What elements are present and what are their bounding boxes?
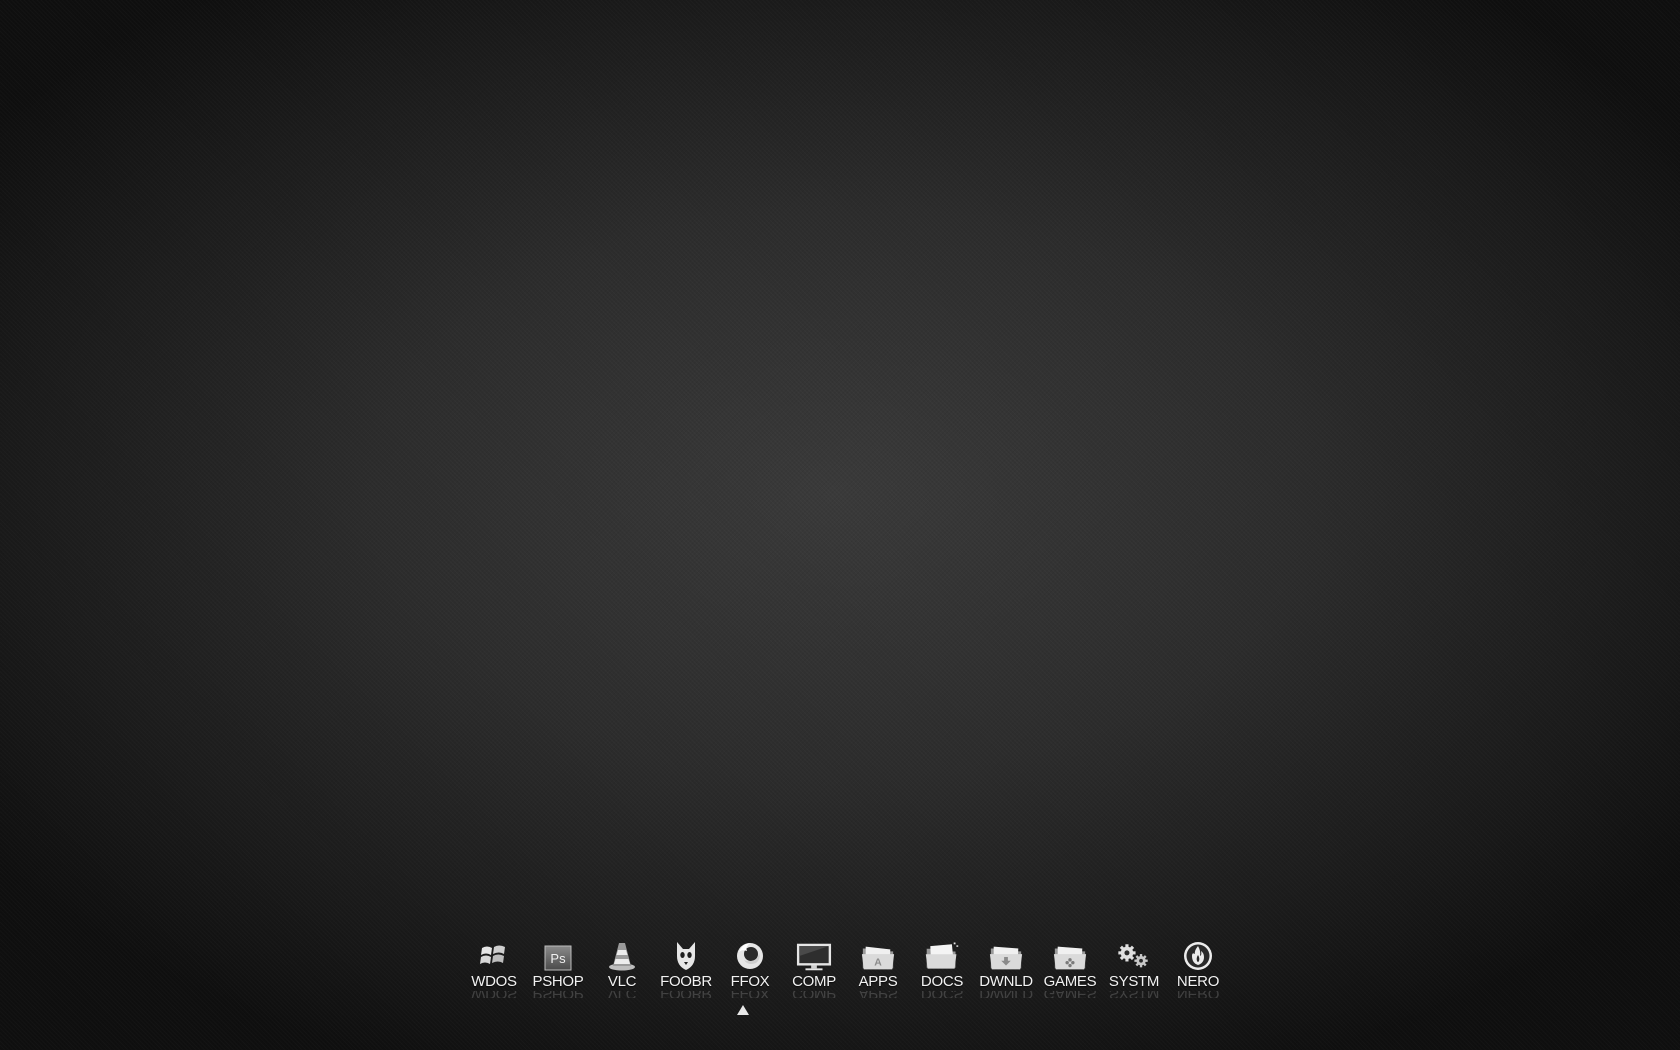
dock-item-wdos[interactable]: WDOS WDOS: [462, 940, 526, 998]
active-app-indicator: [737, 1005, 749, 1015]
dock-item-systm[interactable]: SYSTM SYSTM: [1102, 940, 1166, 998]
dock-item-apps[interactable]: A APPS APPS: [846, 940, 910, 998]
dock-label-reflection: FOOBR: [660, 991, 712, 998]
photoshop-icon: Ps: [540, 940, 576, 972]
windows-icon: [476, 940, 512, 972]
games-folder-icon: [1052, 940, 1088, 972]
dock-item-vlc[interactable]: VLC VLC: [590, 940, 654, 998]
dock-label: FOOBR: [660, 973, 712, 990]
dock: WDOS WDOS Ps PSHOP PSHOP: [462, 940, 1230, 998]
dock-item-foobr[interactable]: FOOBR FOOBR: [654, 940, 718, 998]
vlc-cone-icon: [604, 940, 640, 972]
dock-label: NERO: [1176, 973, 1220, 990]
nero-flame-icon: [1180, 940, 1216, 972]
dock-item-nero[interactable]: NERO NERO: [1166, 940, 1230, 998]
monitor-icon: [796, 940, 832, 972]
dock-label-reflection: VLC: [608, 991, 636, 998]
dock-label: VLC: [607, 973, 637, 990]
photoshop-badge: Ps: [550, 951, 566, 966]
dock-label-reflection: NERO: [1177, 991, 1219, 998]
dock-label-reflection: GAMES: [1044, 991, 1097, 998]
dock-label-reflection: APPS: [859, 991, 898, 998]
dock-label: SYSTM: [1108, 973, 1160, 990]
gears-icon: [1116, 940, 1152, 972]
svg-text:A: A: [874, 958, 882, 969]
dock-label: DOCS: [920, 973, 964, 990]
dock-label-reflection: FFOX: [731, 991, 770, 998]
dock-label-reflection: DWNLD: [979, 991, 1033, 998]
dock-label: APPS: [858, 973, 898, 990]
dock-label-reflection: PSHOP: [532, 991, 583, 998]
dock-item-pshop[interactable]: Ps PSHOP PSHOP: [526, 940, 590, 998]
dock-label-reflection: COMP: [792, 991, 836, 998]
dock-label: FFOX: [730, 973, 770, 990]
dock-item-ffox[interactable]: FFOX FFOX: [718, 940, 782, 998]
dock-label: DWNLD: [979, 973, 1033, 990]
dock-label: GAMES: [1043, 973, 1097, 990]
dock-label: PSHOP: [532, 973, 584, 990]
foobar-icon: [668, 940, 704, 972]
firefox-icon: [732, 940, 768, 972]
apps-folder-icon: A: [860, 940, 896, 972]
dock-item-dwnld[interactable]: DWNLD DWNLD: [974, 940, 1038, 998]
dock-label: WDOS: [471, 973, 517, 990]
dock-label: COMP: [792, 973, 836, 990]
dock-label-reflection: SYSTM: [1109, 991, 1159, 998]
dock-item-comp[interactable]: COMP COMP: [782, 940, 846, 998]
dock-item-docs[interactable]: DOCS DOCS: [910, 940, 974, 998]
download-folder-icon: [988, 940, 1024, 972]
dock-item-games[interactable]: GAMES GAMES: [1038, 940, 1102, 998]
docs-folder-icon: [924, 940, 960, 972]
desktop: WDOS WDOS Ps PSHOP PSHOP: [0, 0, 1680, 1050]
dock-label-reflection: WDOS: [471, 991, 516, 998]
dock-label-reflection: DOCS: [921, 991, 963, 998]
